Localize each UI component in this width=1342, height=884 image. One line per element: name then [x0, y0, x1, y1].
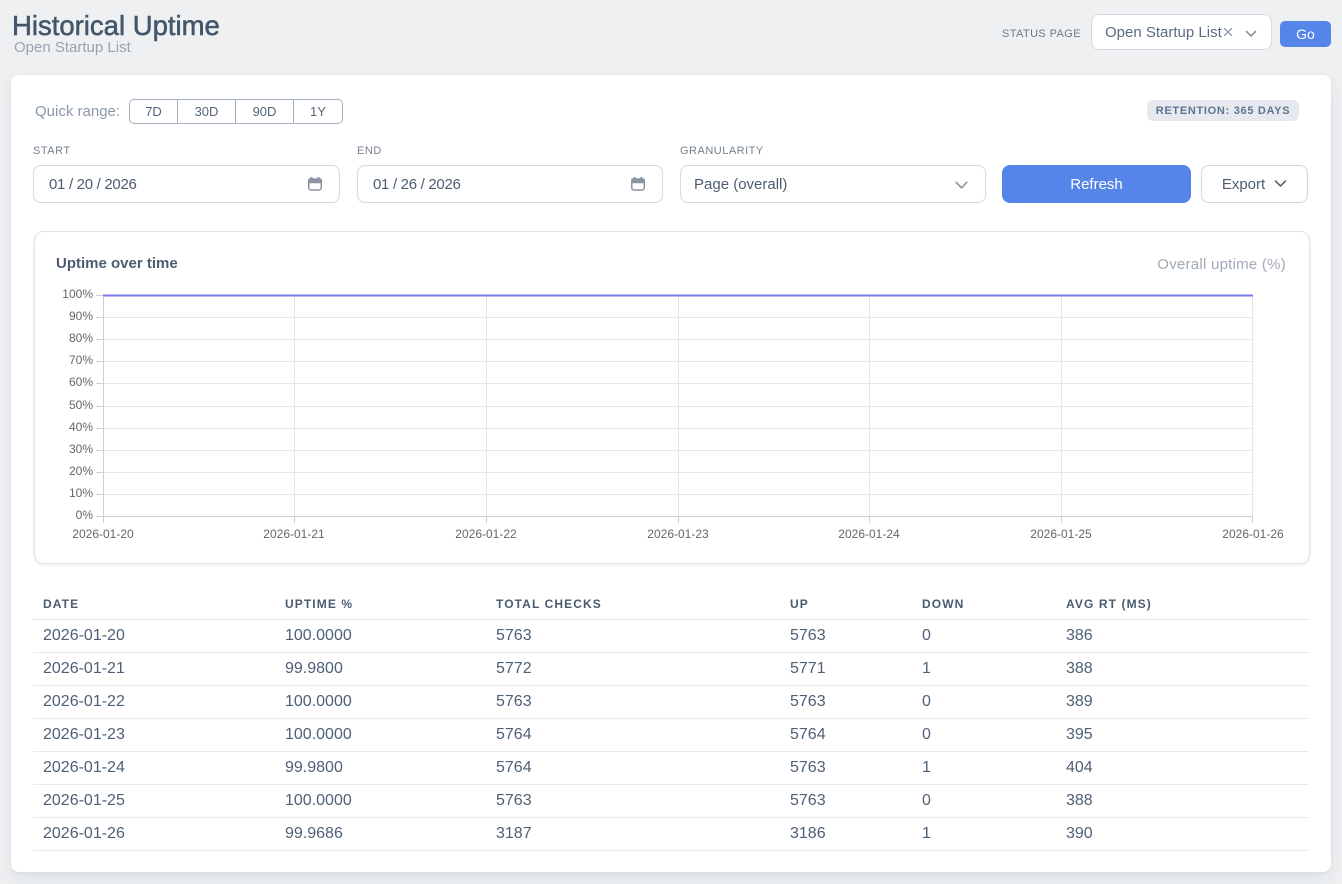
svg-text:90%: 90% [69, 309, 93, 323]
svg-text:2026-01-20: 2026-01-20 [72, 527, 134, 539]
svg-text:2026-01-21: 2026-01-21 [263, 527, 325, 539]
svg-text:50%: 50% [69, 398, 93, 412]
svg-text:80%: 80% [69, 331, 93, 345]
svg-text:40%: 40% [69, 420, 93, 434]
svg-text:0%: 0% [76, 508, 94, 522]
svg-text:2026-01-25: 2026-01-25 [1030, 527, 1092, 539]
svg-text:2026-01-26: 2026-01-26 [1222, 527, 1284, 539]
svg-text:100%: 100% [62, 289, 93, 301]
svg-text:30%: 30% [69, 442, 93, 456]
svg-text:70%: 70% [69, 353, 93, 367]
svg-text:2026-01-23: 2026-01-23 [647, 527, 709, 539]
svg-text:20%: 20% [69, 464, 93, 478]
svg-text:10%: 10% [69, 486, 93, 500]
svg-text:2026-01-22: 2026-01-22 [455, 527, 517, 539]
svg-text:2026-01-24: 2026-01-24 [838, 527, 900, 539]
svg-text:60%: 60% [69, 375, 93, 389]
